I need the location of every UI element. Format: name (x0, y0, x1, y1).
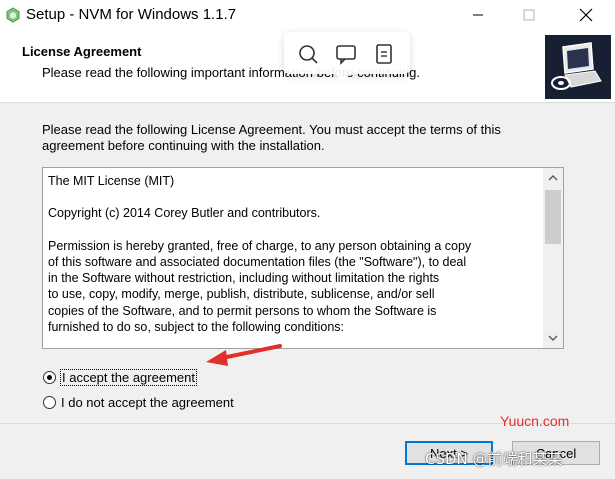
license-line: in the Software without restriction, inc… (48, 271, 440, 286)
vertical-scrollbar[interactable] (543, 168, 563, 348)
wizard-image (545, 35, 611, 99)
site-watermark: Yuucn.com (500, 413, 570, 429)
license-copyright: Copyright (c) 2014 Corey Butler and cont… (48, 206, 321, 221)
accept-radio[interactable] (43, 370, 56, 384)
computer-icon (545, 35, 611, 99)
annotation-arrow-icon (206, 344, 282, 366)
title-bar: Setup - NVM for Windows 1.1.7 (0, 0, 615, 30)
license-line: Permission is hereby granted, free of ch… (48, 238, 472, 253)
license-permission: Permission is hereby granted, free of ch… (48, 238, 538, 336)
close-button[interactable] (563, 0, 609, 30)
search-icon[interactable] (297, 43, 319, 65)
accept-label[interactable]: I accept the agreement (60, 368, 197, 386)
minimize-button[interactable] (455, 0, 501, 30)
maximize-icon (523, 9, 535, 21)
scroll-up-button[interactable] (543, 168, 563, 188)
comment-icon[interactable] (335, 43, 357, 65)
decline-radio[interactable] (43, 395, 56, 409)
maximize-button[interactable] (506, 0, 552, 30)
app-icon (6, 7, 20, 23)
license-line: to use, copy, modify, merge, publish, di… (48, 287, 435, 302)
accept-option[interactable]: I accept the agreement (43, 368, 197, 386)
window-title: Setup - NVM for Windows 1.1.7 (26, 6, 237, 23)
minimize-icon (473, 14, 483, 16)
floating-toolbar (284, 32, 410, 74)
note-icon[interactable] (373, 43, 395, 65)
chevron-down-icon (548, 335, 558, 341)
close-icon (579, 8, 593, 22)
csdn-watermark: CSDN @前端和某某 (425, 450, 563, 468)
license-text: The MIT License (MIT) Copyright (c) 2014… (48, 173, 538, 335)
decline-option[interactable]: I do not accept the agreement (43, 393, 234, 411)
license-line: of this software and associated document… (48, 254, 467, 269)
scrollbar-thumb[interactable] (545, 190, 561, 244)
license-intro: Please read the following License Agreem… (42, 122, 501, 153)
floating-toolbar-pointer (334, 74, 350, 82)
scroll-down-button[interactable] (543, 328, 563, 348)
license-heading: The MIT License (MIT) (48, 174, 175, 188)
page-title: License Agreement (22, 44, 142, 59)
license-line: furnished to do so, subject to the follo… (48, 320, 345, 335)
chevron-up-icon (548, 175, 558, 181)
license-line: copies of the Software, and to permit pe… (48, 303, 437, 318)
decline-label[interactable]: I do not accept the agreement (61, 395, 234, 410)
license-textbox[interactable]: The MIT License (MIT) Copyright (c) 2014… (42, 167, 564, 349)
